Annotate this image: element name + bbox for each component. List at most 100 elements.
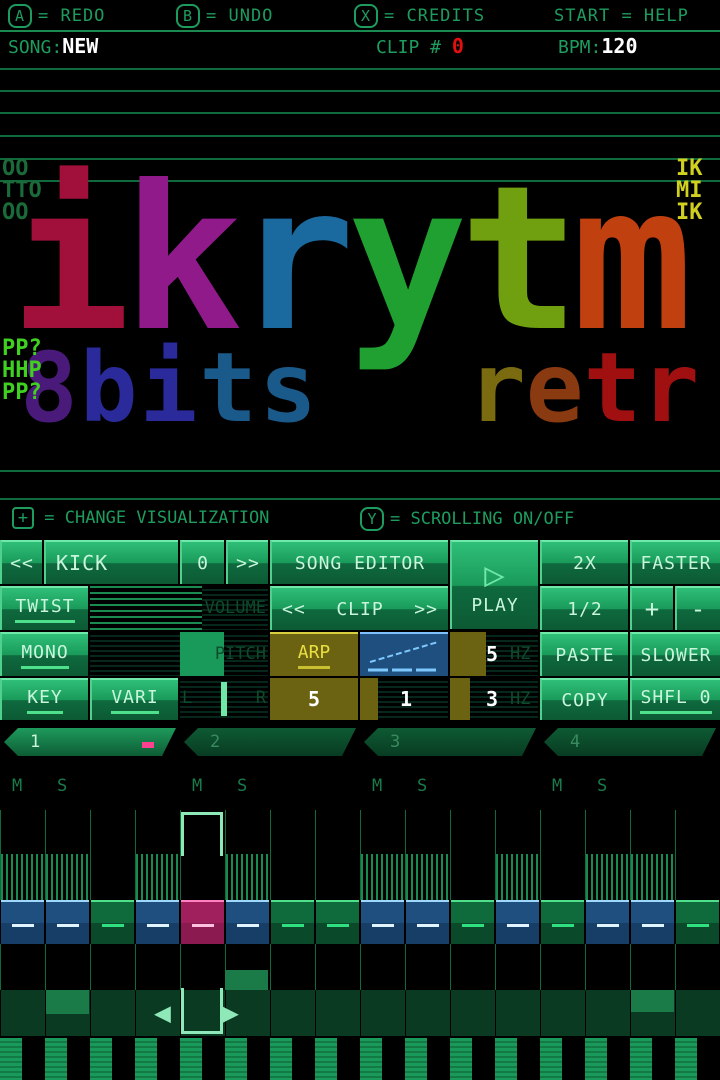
piano-key[interactable]: [450, 1038, 472, 1080]
note-length-cell[interactable]: [180, 944, 225, 990]
step-button[interactable]: [586, 900, 629, 944]
piano-key[interactable]: [180, 1038, 202, 1080]
note-length-cell[interactable]: [270, 944, 315, 990]
octave-cell[interactable]: [451, 990, 495, 1036]
paste-button[interactable]: PASTE: [540, 632, 628, 676]
piano-key[interactable]: [472, 1038, 485, 1080]
piano-key[interactable]: [67, 1038, 80, 1080]
minus-button[interactable]: -: [675, 586, 720, 630]
piano-key[interactable]: [675, 1038, 697, 1080]
step-button[interactable]: [1, 900, 44, 944]
arp-rate[interactable]: 5 HZ: [450, 632, 538, 676]
mute-button[interactable]: M: [12, 776, 22, 796]
octave-cell[interactable]: [676, 990, 720, 1036]
octave-cell[interactable]: [496, 990, 540, 1036]
step-button[interactable]: [361, 900, 404, 944]
piano-key[interactable]: [427, 1038, 440, 1080]
piano-key[interactable]: [247, 1038, 260, 1080]
step-button[interactable]: [136, 900, 179, 944]
velocity-column[interactable]: [405, 810, 450, 900]
next-instrument-button[interactable]: >>: [226, 540, 268, 584]
param-1[interactable]: 5: [270, 678, 358, 720]
piano-key[interactable]: [0, 1038, 22, 1080]
piano-key[interactable]: [45, 1038, 67, 1080]
instrument-index[interactable]: 0: [180, 540, 224, 584]
piano-key[interactable]: [360, 1038, 382, 1080]
solo-button[interactable]: S: [237, 776, 247, 796]
prev-clip-button[interactable]: <<: [282, 599, 306, 620]
mono-button[interactable]: MONO: [0, 632, 88, 676]
shuffle-button[interactable]: SHFL 0: [630, 678, 720, 720]
piano-key[interactable]: [382, 1038, 395, 1080]
pan-slider[interactable]: LR: [180, 678, 268, 720]
faster-button[interactable]: FASTER: [630, 540, 720, 584]
twist-button[interactable]: TWIST: [0, 586, 88, 630]
prev-instrument-button[interactable]: <<: [0, 540, 42, 584]
piano-key[interactable]: [405, 1038, 427, 1080]
piano-key[interactable]: [157, 1038, 170, 1080]
octave-cell[interactable]: [91, 990, 135, 1036]
volume-slider[interactable]: VOLUME: [90, 586, 268, 630]
octave-cell[interactable]: [541, 990, 585, 1036]
note-length-cell[interactable]: [675, 944, 720, 990]
step-button[interactable]: [316, 900, 359, 944]
instrument-name[interactable]: KICK: [44, 540, 178, 584]
velocity-column[interactable]: [540, 810, 585, 900]
song-editor-button[interactable]: SONG EDITOR: [270, 540, 448, 584]
piano-key[interactable]: [292, 1038, 305, 1080]
velocity-column[interactable]: [45, 810, 90, 900]
arp-button[interactable]: ARP: [270, 632, 358, 676]
note-length-cell[interactable]: [450, 944, 495, 990]
velocity-column[interactable]: [360, 810, 405, 900]
half-button[interactable]: 1/2: [540, 586, 628, 630]
note-length-cell[interactable]: [0, 944, 45, 990]
note-length-cell[interactable]: [90, 944, 135, 990]
arp-shape-button[interactable]: [360, 632, 448, 676]
pitch-slider[interactable]: PITCH: [90, 632, 268, 676]
solo-button[interactable]: S: [597, 776, 607, 796]
step-button[interactable]: [226, 900, 269, 944]
pan-handle[interactable]: [221, 682, 227, 716]
piano-key[interactable]: [270, 1038, 292, 1080]
step-button[interactable]: [406, 900, 449, 944]
step-button[interactable]: [181, 900, 224, 944]
piano-key[interactable]: [112, 1038, 125, 1080]
slower-button[interactable]: SLOWER: [630, 632, 720, 676]
solo-button[interactable]: S: [57, 776, 67, 796]
plus-button[interactable]: +: [630, 586, 673, 630]
param-3[interactable]: 3 HZ: [450, 678, 538, 720]
step-button[interactable]: [451, 900, 494, 944]
octave-cell[interactable]: [586, 990, 630, 1036]
piano-key[interactable]: [585, 1038, 607, 1080]
velocity-column[interactable]: [675, 810, 720, 900]
note-length-cell[interactable]: [585, 944, 630, 990]
piano-key[interactable]: [22, 1038, 35, 1080]
octave-cell[interactable]: [271, 990, 315, 1036]
octave-cell[interactable]: [1, 990, 45, 1036]
step-button[interactable]: [541, 900, 584, 944]
piano-key[interactable]: [540, 1038, 562, 1080]
step-button[interactable]: [631, 900, 674, 944]
piano-key[interactable]: [517, 1038, 530, 1080]
piano-key[interactable]: [697, 1038, 710, 1080]
velocity-column[interactable]: [135, 810, 180, 900]
vari-button[interactable]: VARI: [90, 678, 178, 720]
track-tab-4[interactable]: 4: [544, 728, 716, 756]
piano-key[interactable]: [495, 1038, 517, 1080]
length-handle[interactable]: [181, 988, 223, 1034]
step-button[interactable]: [271, 900, 314, 944]
mute-button[interactable]: M: [192, 776, 202, 796]
note-length-cell[interactable]: [315, 944, 360, 990]
octave-cell[interactable]: [406, 990, 450, 1036]
piano-key[interactable]: [225, 1038, 247, 1080]
piano-key[interactable]: [652, 1038, 665, 1080]
velocity-column[interactable]: [0, 810, 45, 900]
velocity-column[interactable]: [450, 810, 495, 900]
param-2[interactable]: 1: [360, 678, 448, 720]
track-tab-2[interactable]: 2: [184, 728, 356, 756]
velocity-column[interactable]: [495, 810, 540, 900]
copy-button[interactable]: COPY: [540, 678, 628, 720]
mute-button[interactable]: M: [552, 776, 562, 796]
track-tab-1[interactable]: 1: [4, 728, 176, 756]
double-button[interactable]: 2X: [540, 540, 628, 584]
